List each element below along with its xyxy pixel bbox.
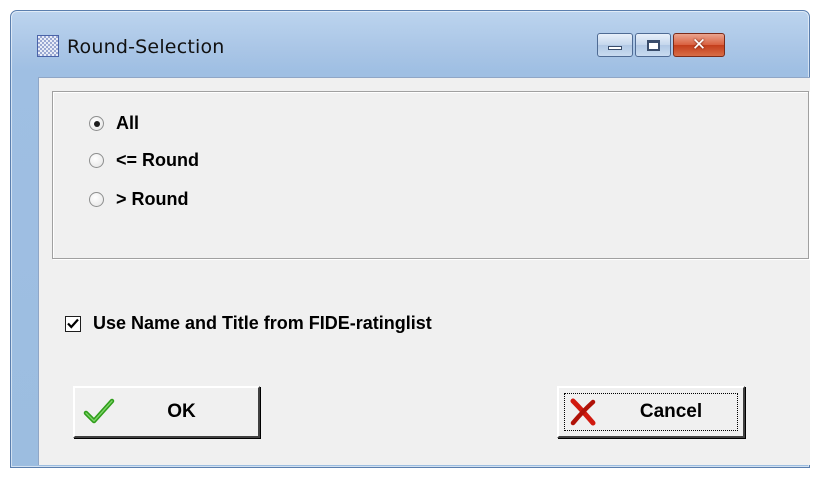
radio-selected-dot <box>93 120 100 127</box>
radio-label-lte-round: <= Round <box>116 150 200 170</box>
app-icon <box>37 35 59 57</box>
ok-button-label: OK <box>167 401 196 422</box>
window-title: Round-Selection <box>67 36 225 58</box>
use-fide-option[interactable]: Use Name and Title from FIDE-ratinglist <box>65 313 432 334</box>
maximize-button[interactable] <box>635 33 671 57</box>
minimize-icon <box>608 46 622 50</box>
radio-button-all[interactable] <box>89 116 104 131</box>
title-bar[interactable]: Round-Selection ✕ <box>11 11 809 77</box>
radio-option-all[interactable]: All <box>89 113 139 134</box>
cancel-button-label: Cancel <box>639 401 703 422</box>
dialog-client-area: All <= Round > Round Use Name and Title … <box>38 77 810 465</box>
close-icon: ✕ <box>691 34 707 55</box>
round-selection-dialog: Round-Selection ✕ All <= Round > Round U… <box>10 10 810 468</box>
radio-option-gt-round[interactable]: > Round <box>89 189 189 210</box>
cancel-button[interactable]: Cancel <box>557 386 745 438</box>
close-button[interactable]: ✕ <box>673 33 725 57</box>
use-fide-checkbox[interactable] <box>65 315 81 332</box>
minimize-button[interactable] <box>597 33 633 57</box>
radio-button-gt-round[interactable] <box>89 192 104 207</box>
round-options-group: All <= Round > Round <box>52 91 809 259</box>
checkmark-icon <box>67 318 79 329</box>
radio-button-lte-round[interactable] <box>89 153 104 168</box>
ok-button[interactable]: OK <box>73 386 260 438</box>
use-fide-label: Use Name and Title from FIDE-ratinglist <box>93 313 432 333</box>
x-icon <box>570 398 596 426</box>
radio-label-all: All <box>116 113 140 133</box>
radio-option-lte-round[interactable]: <= Round <box>89 150 199 171</box>
maximize-icon <box>646 39 660 51</box>
radio-label-gt-round: > Round <box>116 189 189 209</box>
